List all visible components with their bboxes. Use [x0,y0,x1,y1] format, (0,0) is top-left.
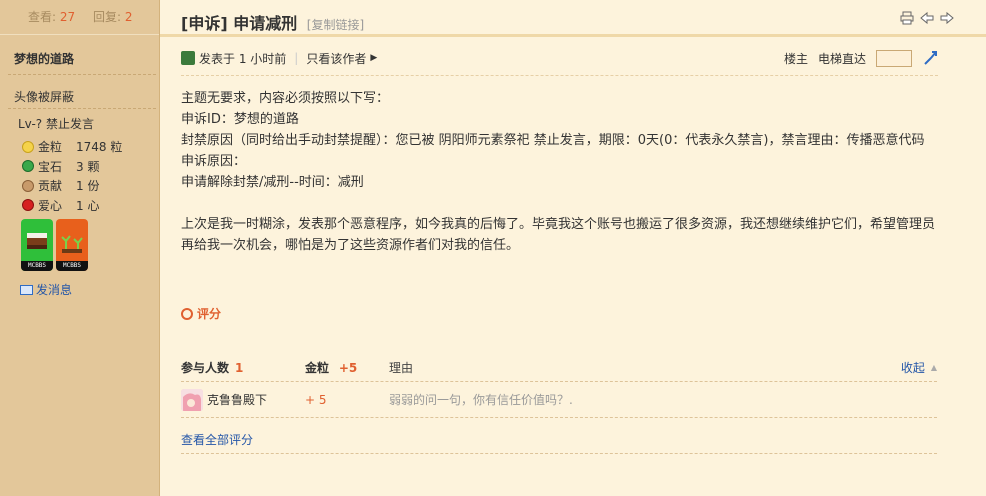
apple-icon [22,199,34,212]
rater-name[interactable]: 克鲁鲁殿下 [207,391,267,408]
post-content: 主题无要求，内容必须按照以下写： 申诉ID：梦想的道路 封禁原因（同时给出手动封… [181,88,941,256]
cake-medal-art [27,233,47,249]
gold-total: +5 [338,361,358,375]
only-author-link[interactable]: 只看该作者 [306,50,366,67]
send-message-link[interactable]: 发消息 [20,281,72,298]
thread-title: [申诉] 申请减刑 [181,14,298,33]
cake-medal-icon[interactable]: MCBBS [21,219,53,271]
divider [181,75,938,76]
rating-header: 参与人数 1 金粒 +5 理由 收起 ▲ [181,354,937,382]
medal-list: MCBBS MCBBS [21,219,88,271]
rating-title: 评分 [181,305,221,322]
envelope-icon [20,284,33,295]
replies-label: 回复: [92,10,122,24]
floor-tools: 楼主 电梯直达 [783,49,938,67]
credit-label: 金粒 [38,140,63,155]
play-arrow-icon: ▶ [370,53,378,63]
floor-label: 楼主 [783,51,808,66]
rater-gold: + 5 [305,392,327,407]
gold-header: 金粒 +5 [305,359,389,376]
collapse-label: 收起 [900,361,925,375]
collapse-toggle[interactable]: 收起 ▲ [901,359,937,376]
previous-thread-icon[interactable] [920,11,934,25]
credit-list: 金粒 1748 粒 宝石 3 颗 贡献 1 份 爱心 1 心 [22,137,122,215]
chevron-up-icon: ▲ [930,363,937,372]
post-line: 申诉ID：梦想的道路 [181,112,299,127]
post-meta: 发表于 1 小时前 | 只看该作者 ▶ 楼主 电梯直达 [181,48,938,68]
medal-caption: MCBBS [21,261,53,271]
replies-count: 2 [124,10,133,24]
gold-nugget-icon [22,140,34,153]
divider [8,108,156,109]
rating-label: 评分 [197,307,222,321]
credit-row: 金粒 1748 粒 [22,137,122,157]
credit-label: 爱心 [38,198,63,213]
jump-go-icon[interactable] [922,50,938,66]
view-all-ratings-link[interactable]: 查看全部评分 [181,431,253,448]
user-level[interactable]: Lv-? 禁止发言 [18,115,94,132]
floor-jump-input[interactable] [876,49,912,67]
post-main: [申诉] 申请减刑 [复制链接] 发表于 1 小时前 | 只看该作者 ▶ 楼主 … [160,0,986,496]
emerald-icon [22,160,34,173]
post-line: 申诉原因： [181,154,247,169]
gold-label: 金粒 [305,361,330,375]
post-paragraph: 上次是我一时糊涂，发表那个恶意程序，如今我真的后悔了。毕竟我这个账号也搬运了很多… [181,217,936,253]
thread-tools [900,11,954,25]
separator: | [294,51,299,65]
divider [8,74,156,75]
credit-label: 宝石 [38,159,63,174]
page-title: [申诉] 申请减刑 [复制链接] [181,10,364,34]
rater-cell: 克鲁鲁殿下 [181,388,305,411]
contribution-icon [22,179,34,192]
post-line: 主题无要求，内容必须按照以下写： [181,91,390,106]
medal-caption: MCBBS [56,261,88,271]
credit-value: 1 心 [76,198,100,213]
divider [181,453,937,454]
rater-reason: 弱弱的问一句，你有信任价值吗？. [389,393,573,407]
online-status-icon [181,51,195,65]
credit-row: 贡献 1 份 [22,176,122,196]
views-label: 查看: [28,10,57,24]
plant-medal-art [61,235,83,253]
next-thread-icon[interactable] [940,11,954,25]
author-sidebar: 查看: 27 回复: 2 梦想的道路 头像被屏蔽 Lv-? 禁止发言 金粒 17… [0,0,160,496]
table-row: 克鲁鲁殿下 + 5 弱弱的问一句，你有信任价值吗？. [181,382,937,418]
thread-stats: 查看: 27 回复: 2 [0,0,159,35]
post-line: 申请解除封禁/减刑--时间：减刑 [181,175,364,190]
plant-medal-icon[interactable]: MCBBS [56,219,88,271]
copy-link[interactable]: [复制链接] [307,18,364,32]
avatar: 头像被屏蔽 [14,90,75,104]
reason-header: 理由 [389,361,414,375]
views-count: 27 [59,10,76,24]
credit-row: 宝石 3 颗 [22,157,122,177]
jump-label: 电梯直达 [817,51,866,66]
print-icon[interactable] [900,11,914,25]
rating-table: 参与人数 1 金粒 +5 理由 收起 ▲ 克鲁鲁殿下 + 5 弱弱的问一句，你有… [181,354,937,418]
credit-row: 爱心 1 心 [22,196,122,216]
post-line: 封禁原因（同时给出手动封禁提醒）：您已被 阴阳师元素祭祀 禁止发言，期限：0天(… [181,133,925,148]
credit-value: 1 份 [76,179,100,194]
rater-avatar-art [181,388,203,411]
post-time: 发表于 1 小时前 [199,51,287,66]
author-name[interactable]: 梦想的道路 [14,50,74,67]
title-bar: [申诉] 申请减刑 [复制链接] [160,0,986,37]
credit-value: 3 颗 [76,159,100,174]
send-message-label: 发消息 [36,283,73,297]
participants-label: 参与人数 [181,361,230,375]
participants-count: 1 [235,360,244,375]
credit-value: 1748 粒 [76,140,123,155]
rating-icon [181,307,193,320]
credit-label: 贡献 [38,179,63,194]
avatar[interactable] [181,388,203,411]
participants-header: 参与人数 1 [181,359,305,376]
